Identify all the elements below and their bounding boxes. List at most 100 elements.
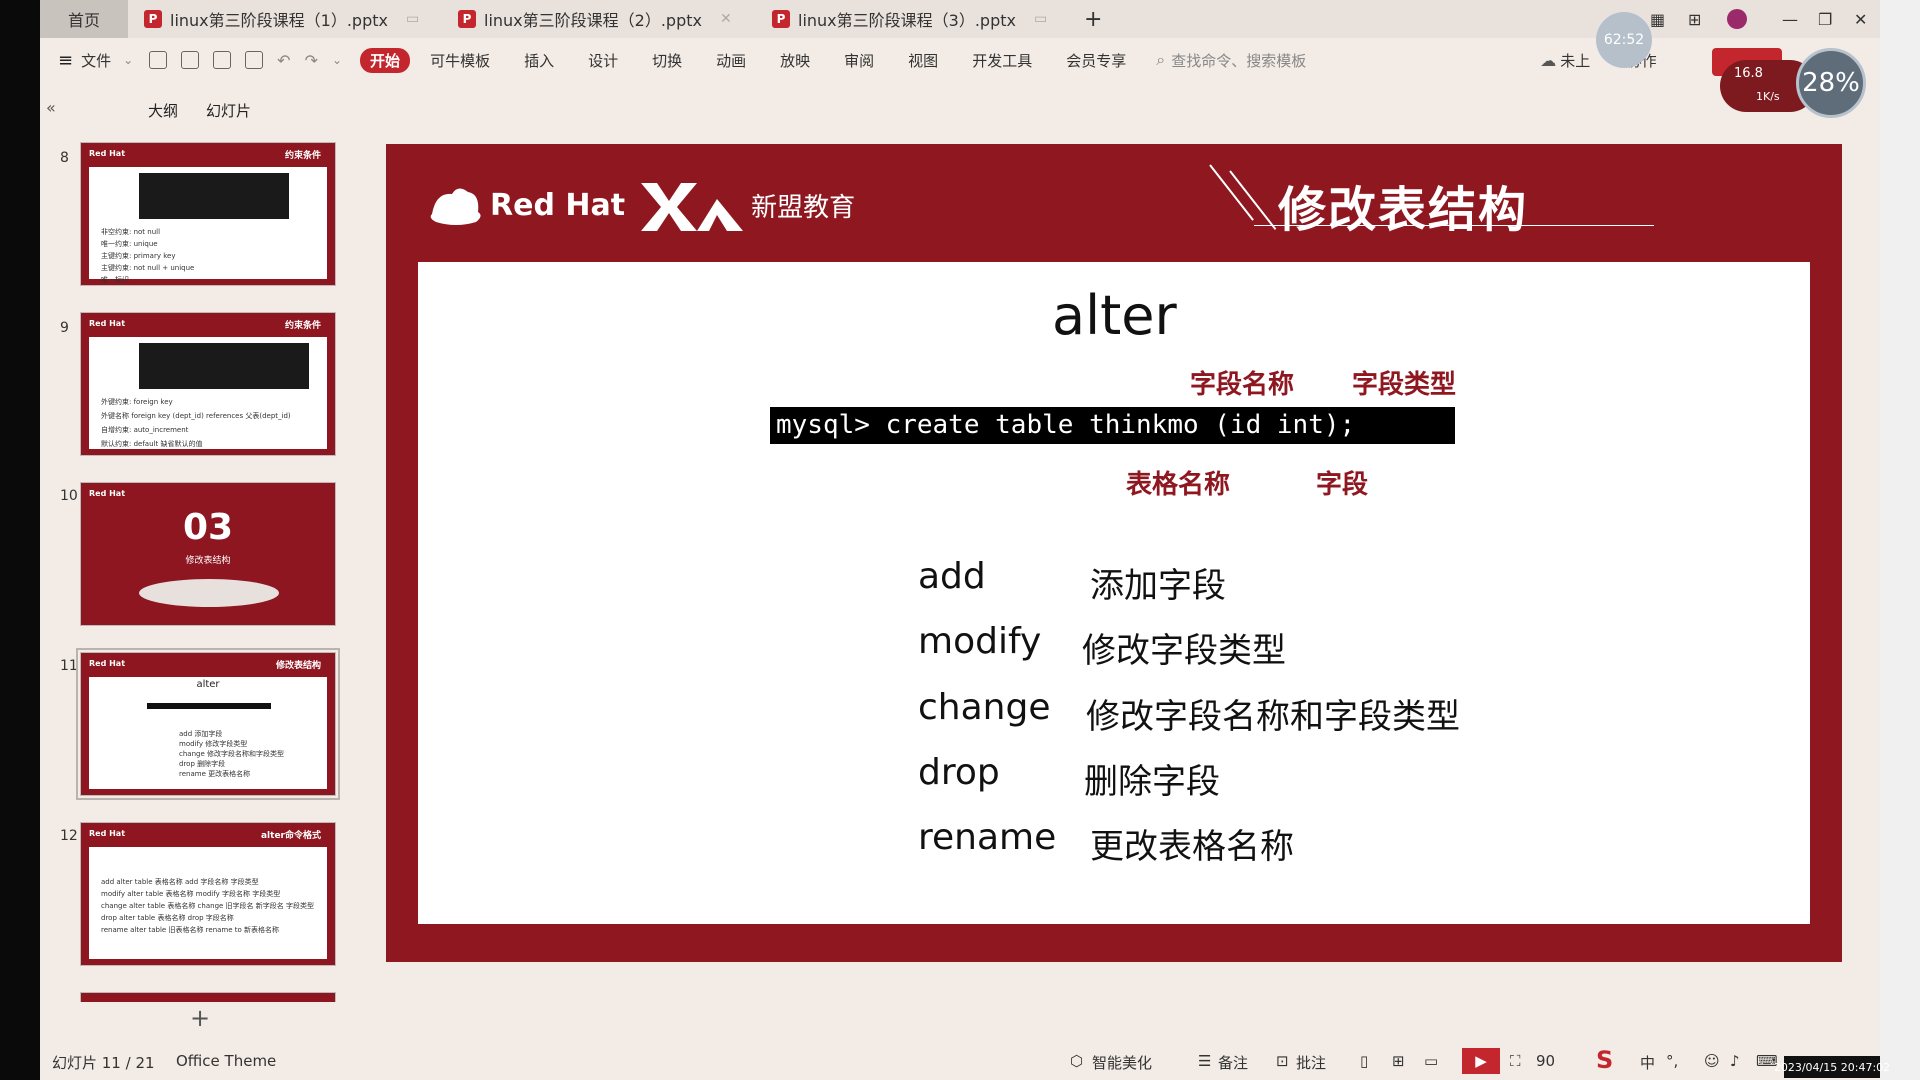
- layout-icon[interactable]: ⊞: [1688, 0, 1701, 38]
- upload-speed: 16.8: [1734, 66, 1763, 81]
- collapse-panel-icon[interactable]: «: [46, 98, 56, 117]
- thumb-line: 外键名称 foreign key (dept_id) references 父表…: [101, 412, 291, 420]
- menu-insert[interactable]: 插入: [524, 50, 554, 71]
- tab-slides[interactable]: 幻灯片: [206, 100, 251, 121]
- microphone-icon[interactable]: ♪: [1730, 1052, 1740, 1070]
- download-speed: 1K/s: [1756, 90, 1780, 103]
- smart-beautify-button[interactable]: 智能美化: [1092, 1052, 1152, 1073]
- vertical-scrollbar[interactable]: [1880, 0, 1920, 1080]
- add-slide-icon[interactable]: +: [190, 1004, 210, 1032]
- slide-thumbnail-11[interactable]: Red Hat 修改表结构 alter add 添加字段 modify 修改字段…: [76, 648, 340, 800]
- monitor-icon[interactable]: ▭: [406, 11, 419, 27]
- notes-button[interactable]: 备注: [1218, 1052, 1248, 1073]
- menu-design[interactable]: 设计: [588, 50, 618, 71]
- normal-view-icon[interactable]: ▯: [1360, 1052, 1368, 1070]
- thumb-pedestal-image: [139, 579, 279, 607]
- thumb-section-title: 修改表结构: [185, 556, 231, 566]
- command-drop: drop: [918, 752, 1000, 793]
- slide-thumbnail-10[interactable]: Red Hat 03 修改表结构: [80, 482, 336, 626]
- tab-pptx-1[interactable]: P linux第三阶段课程（1）.pptx ▭: [144, 0, 419, 38]
- punctuation-icon[interactable]: °,: [1666, 1052, 1678, 1070]
- command-drop-desc: 删除字段: [1084, 762, 1220, 802]
- menu-transition[interactable]: 切换: [652, 50, 682, 71]
- tab-home-label: 首页: [67, 11, 100, 30]
- menu-view[interactable]: 视图: [908, 50, 938, 71]
- redo-icon[interactable]: ↷: [305, 51, 318, 70]
- thumb-line: drop 删除字段: [179, 760, 226, 768]
- redhat-logo: Red Hat: [89, 149, 126, 158]
- menu-review[interactable]: 审阅: [844, 50, 874, 71]
- menu-member[interactable]: 会员专享: [1066, 50, 1126, 71]
- thumb-line: add alter table 表格名称 add 字段名称 字段类型: [101, 878, 259, 886]
- code-example: mysql> create table thinkmo (id int);: [770, 407, 1455, 444]
- search-input[interactable]: 查找命令、搜索模板: [1171, 50, 1306, 71]
- export-icon[interactable]: [181, 51, 200, 69]
- command-rename: rename: [918, 817, 1057, 858]
- window-grid-icon[interactable]: ▦: [1650, 0, 1665, 38]
- slide-thumbnail-13-partial[interactable]: [80, 992, 336, 1002]
- close-icon[interactable]: ✕: [720, 11, 732, 27]
- redhat-logo: Red Hat: [89, 319, 126, 328]
- reading-view-icon[interactable]: ▭: [1424, 1052, 1438, 1070]
- menu-developer[interactable]: 开发工具: [972, 50, 1032, 71]
- window-close-icon[interactable]: ✕: [1854, 0, 1867, 38]
- slide-thumbnail-12[interactable]: Red Hat alter命令格式 add alter table 表格名称 a…: [80, 822, 336, 966]
- thumb-line: rename alter table 旧表格名称 rename to 新表格名称: [101, 926, 280, 934]
- cloud-icon: ☁: [1540, 50, 1557, 70]
- tab-outline[interactable]: 大纲: [148, 100, 178, 121]
- zoom-level[interactable]: 90: [1536, 1052, 1555, 1070]
- datetime-stamp: 2023/04/15 20:47:02: [1774, 1056, 1890, 1078]
- cpu-usage-circle[interactable]: 28%: [1796, 48, 1866, 118]
- timer-bubble[interactable]: 62:52: [1596, 12, 1652, 68]
- thumb-line: 自增约束: auto_increment: [101, 426, 189, 434]
- search-icon: ⌕: [1156, 50, 1166, 69]
- fit-icon[interactable]: ⛶: [1510, 1052, 1521, 1070]
- menu-slideshow[interactable]: 放映: [780, 50, 810, 71]
- avatar[interactable]: [1726, 0, 1748, 38]
- more-icon[interactable]: ⌄: [332, 53, 342, 67]
- grid-view-icon[interactable]: ⊞: [1392, 1052, 1405, 1070]
- thumb-line: 主键约束: primary key: [101, 252, 176, 260]
- thumb-number: 11: [60, 658, 78, 674]
- minimize-icon[interactable]: —: [1782, 0, 1798, 38]
- thumb-number: 12: [60, 828, 78, 844]
- redhat-logo: Red Hat: [89, 489, 126, 498]
- undo-icon[interactable]: ↶: [277, 51, 290, 70]
- thumb-title: 约束条件: [284, 151, 321, 161]
- annotation-field-type: 字段类型: [1352, 370, 1457, 400]
- cloud-status[interactable]: 未上: [1560, 50, 1590, 71]
- tab-label: linux第三阶段课程（2）.pptx: [484, 11, 702, 30]
- comment-button[interactable]: 批注: [1296, 1052, 1326, 1073]
- notes-icon: ☰: [1198, 1052, 1212, 1070]
- preview-icon[interactable]: [245, 51, 264, 69]
- command-add-desc: 添加字段: [1090, 566, 1226, 606]
- tab-home[interactable]: 首页: [40, 0, 128, 38]
- menu-start[interactable]: 开始: [360, 47, 411, 73]
- thumb-title: 修改表结构: [275, 661, 321, 671]
- ime-mode[interactable]: 中: [1640, 1052, 1655, 1073]
- thumb-title: alter命令格式: [260, 831, 321, 841]
- thumb-alter: alter: [196, 679, 220, 690]
- chevron-down-icon[interactable]: ⌄: [123, 53, 133, 67]
- hamburger-icon[interactable]: ≡: [58, 50, 73, 71]
- restore-icon[interactable]: ❐: [1818, 0, 1832, 38]
- slide-thumbnail-9[interactable]: Red Hat 约束条件 外键约束: foreign key 外键名称 fore…: [80, 312, 336, 456]
- thumb-line: 唯一标识: [101, 276, 129, 284]
- new-tab-button[interactable]: +: [1084, 0, 1102, 38]
- comment-icon: ⊡: [1276, 1052, 1289, 1070]
- menu-template[interactable]: 可牛模板: [430, 50, 490, 71]
- tab-label: linux第三阶段课程（3）.pptx: [798, 11, 1016, 30]
- print-icon[interactable]: [213, 51, 232, 69]
- slide-thumbnail-8[interactable]: Red Hat 约束条件 非空约束: not null 唯一约束: unique…: [80, 142, 336, 286]
- tab-pptx-3[interactable]: P linux第三阶段课程（3）.pptx ▭: [772, 0, 1047, 38]
- menu-animation[interactable]: 动画: [716, 50, 746, 71]
- thumb-number: 10: [60, 488, 78, 504]
- tab-pptx-2[interactable]: P linux第三阶段课程（2）.pptx ✕: [458, 0, 732, 38]
- emoji-icon[interactable]: ☺: [1704, 1052, 1720, 1070]
- save-icon[interactable]: [149, 51, 168, 69]
- play-slideshow-button[interactable]: ▶: [1462, 1048, 1500, 1074]
- sogou-ime-icon[interactable]: S: [1596, 1046, 1613, 1074]
- thumb-line: add 添加字段: [179, 730, 223, 738]
- menu-file[interactable]: 文件: [81, 50, 111, 71]
- monitor-icon[interactable]: ▭: [1034, 11, 1047, 27]
